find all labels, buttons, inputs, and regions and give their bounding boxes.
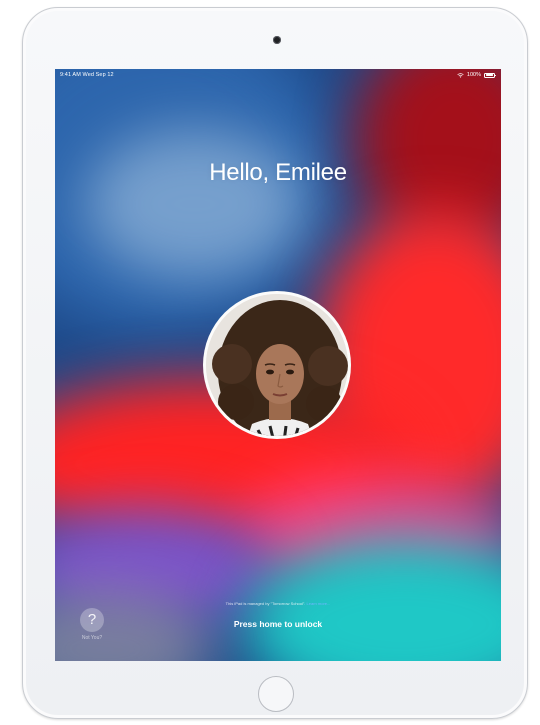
avatar-portrait xyxy=(206,294,348,436)
status-time-date: 9:41 AM Wed Sep 12 xyxy=(60,72,114,78)
not-you-button[interactable]: ? Not You? xyxy=(77,608,107,641)
unlock-hint: Press home to unlock xyxy=(233,619,323,629)
home-button[interactable] xyxy=(258,676,294,712)
wallpaper-light-blob xyxy=(85,129,305,279)
front-camera xyxy=(273,36,281,44)
lock-screen: 9:41 AM Wed Sep 12 100% Hello, Emilee Th… xyxy=(55,69,501,661)
user-avatar xyxy=(203,291,351,439)
learn-more-link[interactable]: Learn more... xyxy=(307,601,331,606)
question-mark-icon[interactable]: ? xyxy=(80,608,104,632)
ipad-device: 9:41 AM Wed Sep 12 100% Hello, Emilee Th… xyxy=(22,7,528,719)
wifi-icon xyxy=(457,72,464,78)
greeting-title: Hello, Emilee xyxy=(209,159,347,186)
battery-percent: 100% xyxy=(466,72,481,78)
managed-notice: This iPad is managed by "Tomorrow School… xyxy=(55,601,501,606)
not-you-label: Not You? xyxy=(81,635,103,641)
managed-notice-text: This iPad is managed by "Tomorrow School… xyxy=(225,601,306,606)
battery-icon xyxy=(484,72,496,78)
status-indicators: 100% xyxy=(457,72,496,78)
